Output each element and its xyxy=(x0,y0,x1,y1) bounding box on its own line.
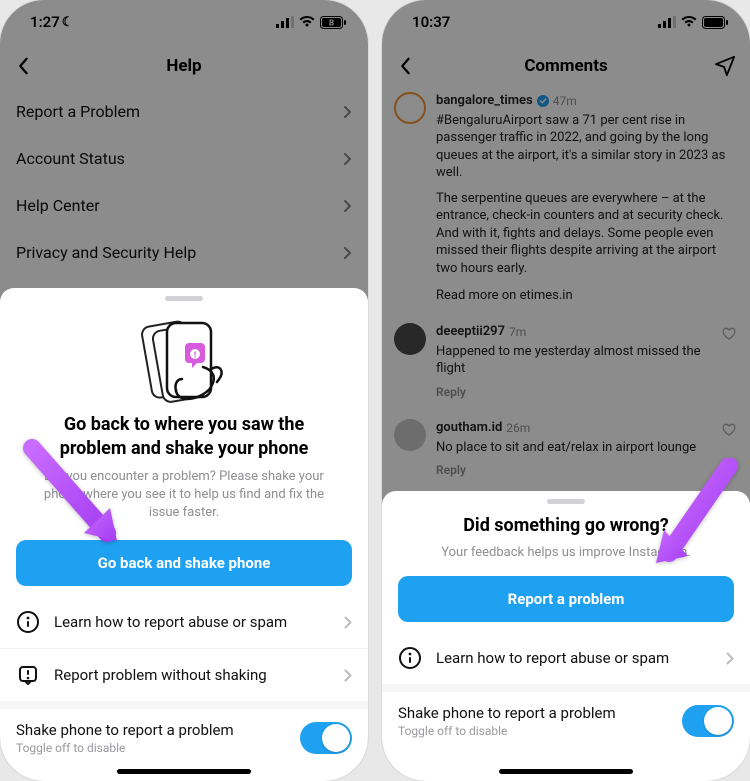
sheet-subtitle: Your feedback helps us improve Instagram… xyxy=(382,538,750,570)
button-label: Go back and shake phone xyxy=(98,554,271,572)
sheet-title: Did something go wrong? xyxy=(382,514,750,538)
shake-phone-illustration: ! xyxy=(0,317,368,403)
shake-toggle-row: Shake phone to report a problem Toggle o… xyxy=(382,692,750,738)
sheet-handle[interactable] xyxy=(547,499,585,504)
learn-report-abuse-row[interactable]: Learn how to report abuse or spam xyxy=(0,596,368,648)
chevron-right-icon xyxy=(344,616,352,629)
home-indicator[interactable] xyxy=(499,769,633,774)
shake-toggle-row: Shake phone to report a problem Toggle o… xyxy=(0,709,368,755)
row-label: Learn how to report abuse or spam xyxy=(436,649,712,667)
sheet-title: Go back to where you saw the problem and… xyxy=(0,413,368,462)
phone-left: 1:27 ☾ B Help Report a Problem Account S… xyxy=(0,0,368,781)
report-without-shaking-row[interactable]: Report problem without shaking xyxy=(0,648,368,701)
toggle-hint: Toggle off to disable xyxy=(16,741,300,755)
shake-toggle[interactable] xyxy=(682,705,734,737)
shake-toggle[interactable] xyxy=(300,722,352,754)
report-icon xyxy=(16,663,40,687)
learn-report-abuse-row[interactable]: Learn how to report abuse or spam xyxy=(382,632,750,684)
toggle-label: Shake phone to report a problem xyxy=(16,721,300,739)
chevron-right-icon xyxy=(726,652,734,665)
phone-right: 10:37 Comments bangalore_times 47m xyxy=(382,0,750,781)
back-icon[interactable] xyxy=(14,57,32,75)
svg-text:!: ! xyxy=(194,351,196,360)
report-sheet: Did something go wrong? Your feedback he… xyxy=(382,491,750,781)
back-icon[interactable] xyxy=(396,57,414,75)
go-back-shake-button[interactable]: Go back and shake phone xyxy=(16,540,352,586)
toggle-hint: Toggle off to disable xyxy=(398,724,682,738)
toggle-label: Shake phone to report a problem xyxy=(398,704,682,722)
button-label: Report a problem xyxy=(508,590,625,608)
sheet-handle[interactable] xyxy=(165,296,203,301)
home-indicator[interactable] xyxy=(117,769,251,774)
info-icon xyxy=(398,646,422,670)
row-label: Learn how to report abuse or spam xyxy=(54,613,330,631)
report-problem-button[interactable]: Report a problem xyxy=(398,576,734,622)
chevron-right-icon xyxy=(344,669,352,682)
row-label: Report problem without shaking xyxy=(54,666,330,684)
info-icon xyxy=(16,610,40,634)
sheet-subtitle: Did you encounter a problem? Please shak… xyxy=(0,462,368,537)
report-sheet: ! Go back to where you saw the problem a… xyxy=(0,288,368,781)
